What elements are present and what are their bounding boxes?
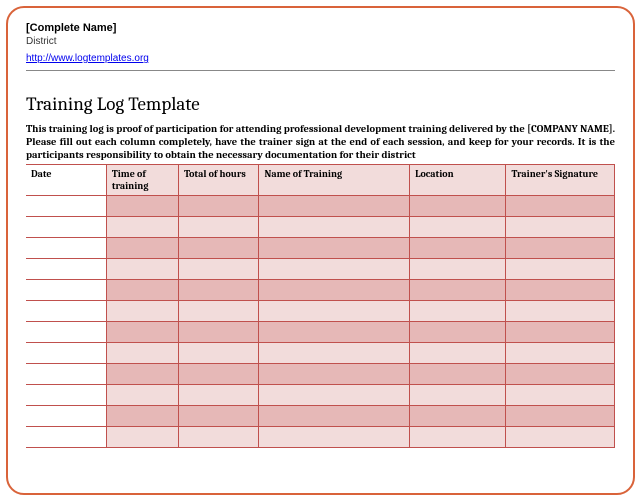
cell [410,322,506,343]
cell [179,427,259,448]
document-frame: [Complete Name] District http://www.logt… [6,6,635,495]
cell [179,322,259,343]
cell [259,280,410,301]
cell [259,259,410,280]
table-row [26,385,615,406]
cell [26,322,106,343]
cell [410,385,506,406]
cell [506,280,615,301]
cell [106,301,178,322]
cell [106,259,178,280]
table-row [26,217,615,238]
cell [259,217,410,238]
cell [506,343,615,364]
cell [179,385,259,406]
cell [410,238,506,259]
table-row [26,238,615,259]
table-row [26,301,615,322]
cell [179,280,259,301]
col-header-total: Total of hours [179,165,259,196]
col-header-location: Location [410,165,506,196]
cell [259,196,410,217]
table-row [26,280,615,301]
table-row [26,196,615,217]
cell [506,406,615,427]
cell [26,301,106,322]
cell [26,217,106,238]
col-header-time: Time of training [106,165,178,196]
cell [259,301,410,322]
cell [410,280,506,301]
cell [179,343,259,364]
cell [106,280,178,301]
col-header-signature: Trainer's Signature [506,165,615,196]
cell [506,238,615,259]
cell [179,196,259,217]
template-source-link[interactable]: http://www.logtemplates.org [26,53,149,64]
col-header-date: Date [26,165,106,196]
cell [106,343,178,364]
cell [179,238,259,259]
cell [410,217,506,238]
cell [506,364,615,385]
table-row [26,322,615,343]
cell [506,217,615,238]
cell [259,343,410,364]
header-divider [26,70,615,71]
cell [26,280,106,301]
cell [506,259,615,280]
cell [506,196,615,217]
cell [259,364,410,385]
table-row [26,406,615,427]
cell [106,364,178,385]
cell [410,301,506,322]
cell [106,385,178,406]
cell [106,427,178,448]
page-title: Training Log Template [26,93,615,115]
cell [179,259,259,280]
cell [179,301,259,322]
col-header-name: Name of Training [259,165,410,196]
cell [410,364,506,385]
cell [410,196,506,217]
cell [410,343,506,364]
table-header-row: Date Time of training Total of hours Nam… [26,165,615,196]
table-row [26,343,615,364]
cell [26,343,106,364]
cell [506,385,615,406]
cell [259,322,410,343]
table-row [26,427,615,448]
cell [410,259,506,280]
cell [106,322,178,343]
cell [26,427,106,448]
cell [506,301,615,322]
cell [410,427,506,448]
training-log-table: Date Time of training Total of hours Nam… [26,164,615,448]
cell [179,217,259,238]
intro-paragraph: This training log is proof of participat… [26,123,615,162]
cell [26,364,106,385]
cell [26,406,106,427]
complete-name-placeholder: [Complete Name] [26,22,615,34]
table-row [26,259,615,280]
cell [179,406,259,427]
table-row [26,364,615,385]
cell [506,322,615,343]
cell [26,238,106,259]
cell [26,259,106,280]
district-label: District [26,36,615,47]
cell [179,364,259,385]
cell [106,238,178,259]
cell [106,406,178,427]
cell [26,196,106,217]
cell [26,385,106,406]
cell [259,238,410,259]
cell [259,385,410,406]
cell [259,427,410,448]
cell [106,217,178,238]
cell [106,196,178,217]
cell [259,406,410,427]
cell [410,406,506,427]
cell [506,427,615,448]
